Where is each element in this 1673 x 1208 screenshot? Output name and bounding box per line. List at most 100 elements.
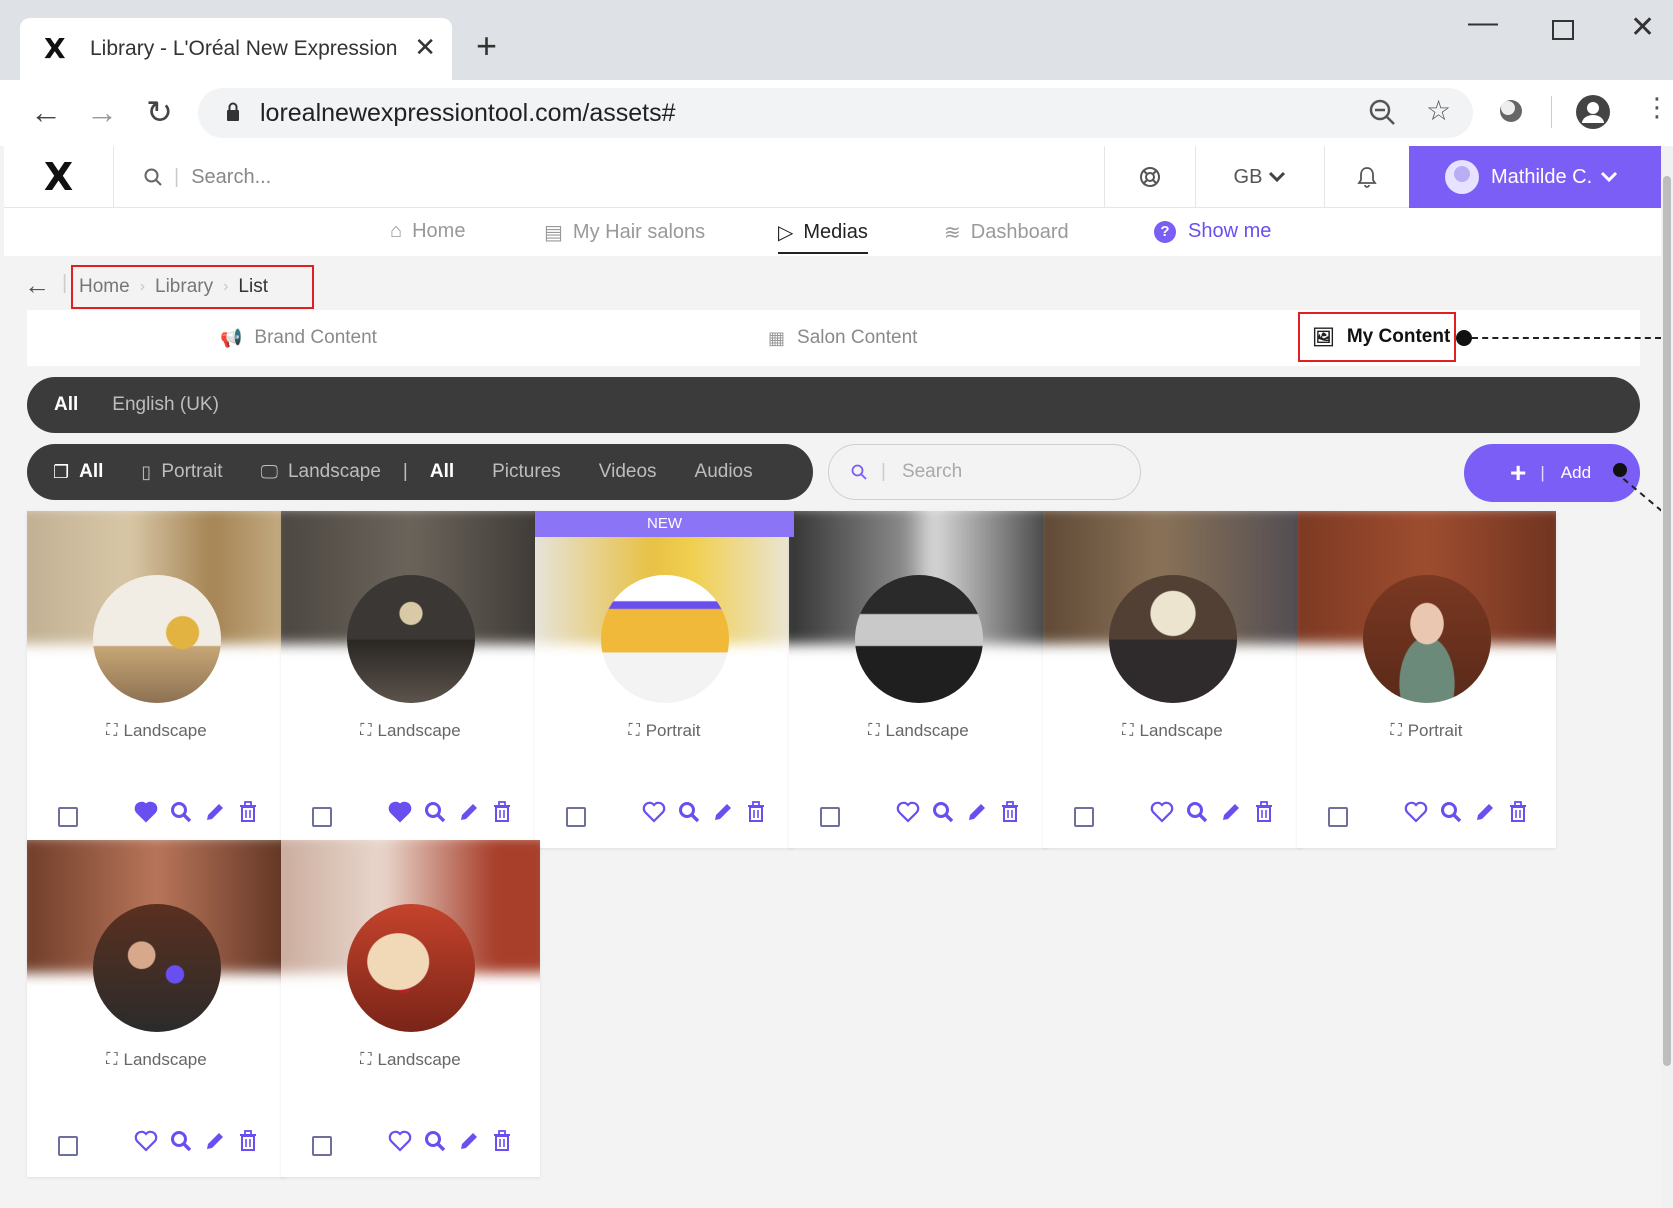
media-card[interactable]: ⛶ Landscape [789,511,1048,848]
trash-icon[interactable] [746,801,766,823]
forward-icon[interactable]: → [86,96,118,128]
address-bar[interactable]: lorealnewexpressiontool.com/assets# ☆ [198,88,1473,138]
global-search[interactable]: | Search... [144,146,271,208]
edit-pencil-icon[interactable] [1474,801,1496,823]
select-checkbox[interactable] [312,1136,332,1156]
zoom-icon[interactable] [424,1130,446,1152]
breadcrumb-library[interactable]: Library [155,276,213,298]
type-filter-audios[interactable]: Audios [695,461,753,483]
new-tab-button[interactable]: + [476,28,497,64]
browser-tab[interactable]: X Library - L'Oréal New Expression Tool … [20,18,452,80]
zoom-icon[interactable] [1186,801,1208,823]
select-checkbox[interactable] [58,807,78,827]
app-logo[interactable]: X [4,146,114,208]
language-filter-all[interactable]: All [54,394,78,416]
card-thumbnail[interactable] [1109,575,1237,703]
trash-icon[interactable] [1254,801,1274,823]
card-thumbnail[interactable] [347,575,475,703]
media-card[interactable]: ⛶ Landscape [281,511,540,848]
heart-icon[interactable] [642,801,666,823]
heart-icon[interactable] [896,801,920,823]
format-filter-portrait[interactable]: ▯ Portrait [141,461,222,483]
card-thumbnail[interactable] [93,904,221,1032]
user-menu[interactable]: Mathilde C. [1409,146,1661,208]
language-selector[interactable]: GB [1195,146,1324,208]
zoom-icon[interactable] [170,1130,192,1152]
zoom-icon[interactable] [1440,801,1462,823]
type-filter-all[interactable]: All [430,461,454,483]
notifications-button[interactable] [1324,146,1409,208]
edit-pencil-icon[interactable] [1220,801,1242,823]
edit-pencil-icon[interactable] [204,1130,226,1152]
nav-medias[interactable]: ▷ Medias [778,220,868,254]
nav-home[interactable]: ⌂ Home [390,220,465,243]
format-filter-all[interactable]: ❐ All [53,461,103,483]
media-card[interactable]: ⛶ Landscape [1043,511,1302,848]
card-thumbnail[interactable] [601,575,729,703]
heart-icon[interactable] [134,1130,158,1152]
edit-pencil-icon[interactable] [458,1130,480,1152]
trash-icon[interactable] [238,801,258,823]
edit-pencil-icon[interactable] [458,801,480,823]
trash-icon[interactable] [1000,801,1020,823]
trash-icon[interactable] [492,801,512,823]
edit-pencil-icon[interactable] [712,801,734,823]
media-card[interactable]: ⛶ Portrait [1297,511,1556,848]
zoom-icon[interactable] [424,801,446,823]
select-checkbox[interactable] [820,807,840,827]
browser-menu-icon[interactable]: ⋮ [1644,92,1670,123]
back-arrow-icon[interactable]: ← [24,270,50,301]
media-card[interactable]: NEW ⛶ Portrait [535,511,794,848]
profile-icon[interactable] [1575,94,1611,137]
type-filter-pictures[interactable]: Pictures [492,461,561,483]
select-checkbox[interactable] [1328,807,1348,827]
back-icon[interactable]: ← [30,96,62,128]
zoom-icon[interactable] [170,801,192,823]
media-card[interactable]: ⛶ Landscape [281,840,540,1177]
heart-icon[interactable] [1404,801,1428,823]
format-filter-landscape[interactable]: 🖵 Landscape [261,461,381,483]
edit-pencil-icon[interactable] [204,801,226,823]
maximize-icon[interactable] [1552,20,1574,40]
window-close-icon[interactable]: ✕ [1630,10,1655,45]
reload-icon[interactable]: ↻ [146,96,173,128]
breadcrumb-home[interactable]: Home [79,276,130,298]
card-thumbnail[interactable] [347,904,475,1032]
heart-icon[interactable] [1150,801,1174,823]
tab-close-icon[interactable]: ✕ [414,32,436,63]
page-scrollbar[interactable] [1661,146,1673,1208]
trash-icon[interactable] [1508,801,1528,823]
card-thumbnail[interactable] [1363,575,1491,703]
zoom-icon[interactable] [678,801,700,823]
select-checkbox[interactable] [566,807,586,827]
support-button[interactable] [1104,146,1195,208]
card-thumbnail[interactable] [855,575,983,703]
show-me-link[interactable]: ? Show me [1154,220,1271,243]
tab-salon-content[interactable]: ▦ Salon Content [768,310,917,366]
select-checkbox[interactable] [1074,807,1094,827]
extension-icon[interactable] [1498,98,1524,131]
zoom-icon[interactable] [932,801,954,823]
media-search-input[interactable]: | Search [828,444,1141,500]
select-checkbox[interactable] [312,807,332,827]
heart-filled-icon[interactable] [134,801,158,823]
select-checkbox[interactable] [58,1136,78,1156]
bookmark-star-icon[interactable]: ☆ [1426,94,1451,127]
trash-icon[interactable] [238,1130,258,1152]
heart-icon[interactable] [388,1130,412,1152]
media-card[interactable]: ⛶ Landscape [27,840,286,1177]
type-filter-videos[interactable]: Videos [599,461,657,483]
edit-pencil-icon[interactable] [966,801,988,823]
trash-icon[interactable] [492,1130,512,1152]
zoom-out-icon[interactable] [1368,98,1396,133]
heart-filled-icon[interactable] [388,801,412,823]
nav-dashboard[interactable]: ≋ Dashboard [944,220,1069,245]
tab-my-content[interactable]: 🖼 My Content [1298,312,1456,362]
media-card[interactable]: ⛶ Landscape [27,511,286,848]
nav-my-hair-salons[interactable]: ▤ My Hair salons [544,220,705,245]
language-filter-english-uk[interactable]: English (UK) [112,394,219,416]
scrollbar-thumb[interactable] [1663,176,1671,1066]
card-thumbnail[interactable] [93,575,221,703]
minimize-icon[interactable]: — [1468,6,1498,40]
tab-brand-content[interactable]: 📢 Brand Content [220,310,377,366]
